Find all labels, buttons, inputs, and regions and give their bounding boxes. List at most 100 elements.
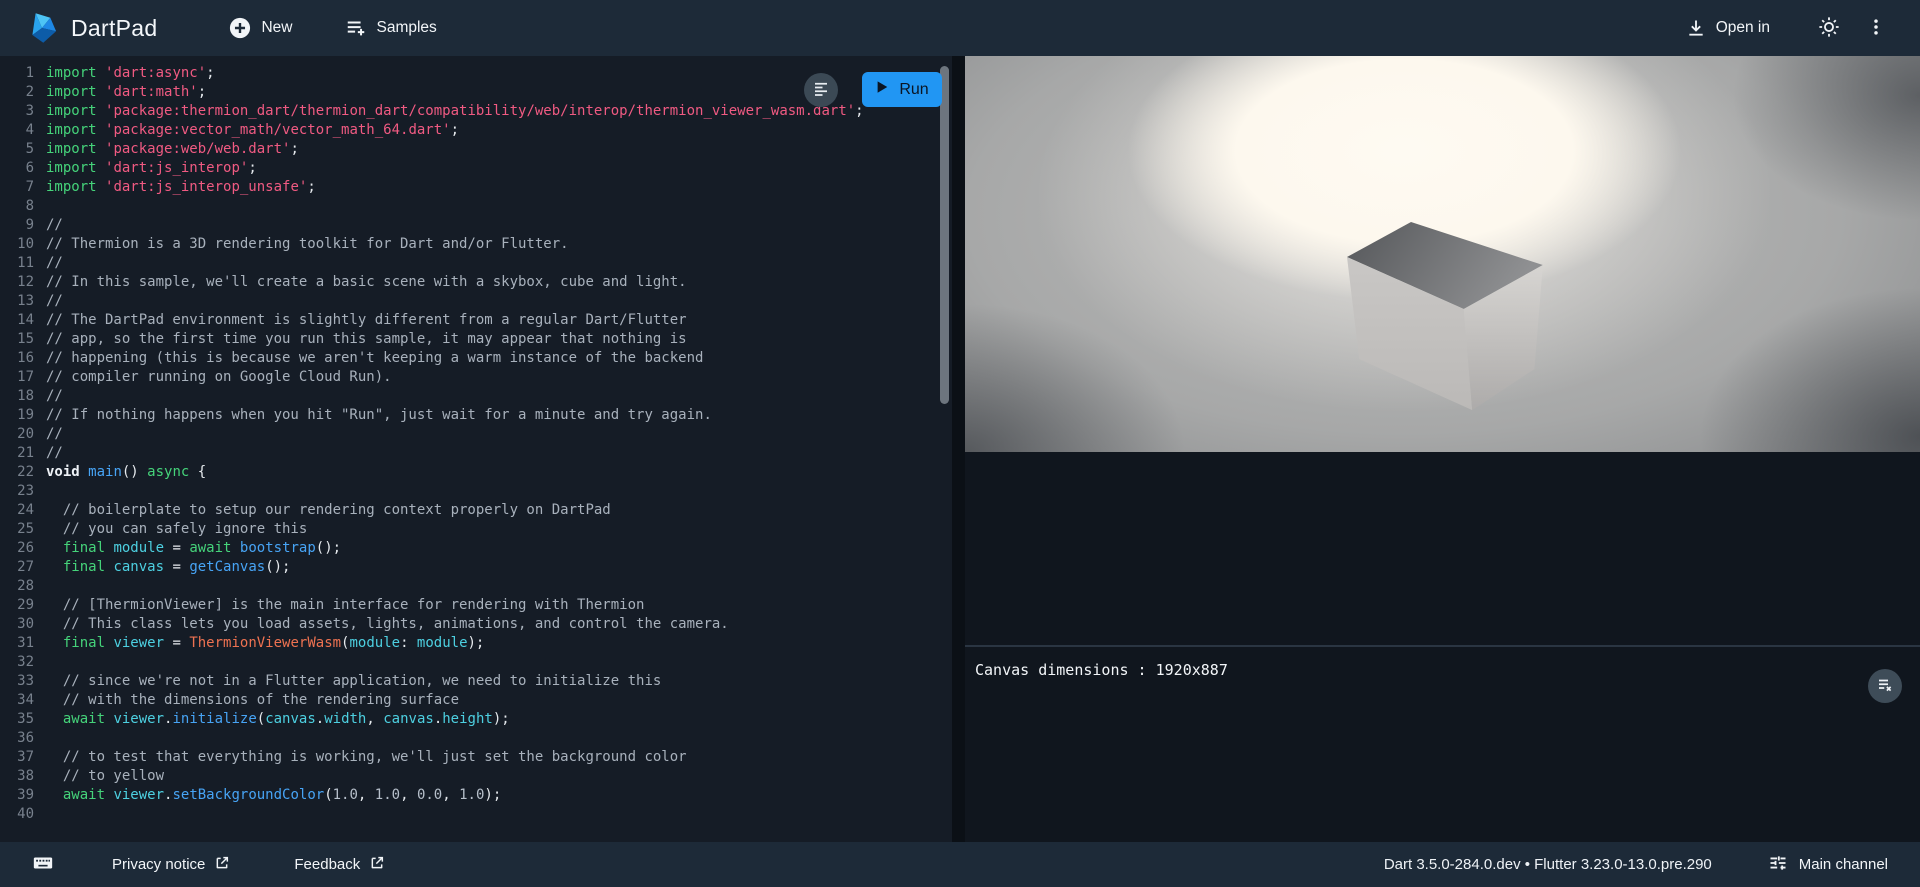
line-number: 15: [0, 330, 34, 349]
code-line[interactable]: 6import 'dart:js_interop';: [0, 159, 952, 178]
code-line[interactable]: 17// compiler running on Google Cloud Ru…: [0, 368, 952, 387]
line-number: 32: [0, 653, 34, 672]
code-line[interactable]: 37 // to test that everything is working…: [0, 748, 952, 767]
open-in-button[interactable]: Open in: [1676, 10, 1780, 46]
line-number: 16: [0, 349, 34, 368]
format-icon: [812, 80, 830, 101]
format-button[interactable]: [804, 73, 838, 107]
code-line[interactable]: 12// In this sample, we'll create a basi…: [0, 273, 952, 292]
privacy-notice-link[interactable]: Privacy notice: [108, 849, 234, 881]
code-line[interactable]: 19// If nothing happens when you hit "Ru…: [0, 406, 952, 425]
code-line[interactable]: 40: [0, 805, 952, 824]
run-label: Run: [899, 81, 928, 99]
theme-toggle-button[interactable]: [1810, 8, 1848, 49]
code-line[interactable]: 14// The DartPad environment is slightly…: [0, 311, 952, 330]
feedback-label: Feedback: [294, 856, 360, 873]
code-line[interactable]: 15// app, so the first time you run this…: [0, 330, 952, 349]
line-number: 37: [0, 748, 34, 767]
code-line[interactable]: 39 await viewer.setBackgroundColor(1.0, …: [0, 786, 952, 805]
code-line[interactable]: 38 // to yellow: [0, 767, 952, 786]
line-number: 28: [0, 577, 34, 596]
overflow-menu-icon: [1866, 17, 1886, 40]
code-line[interactable]: 28: [0, 577, 952, 596]
line-number: 7: [0, 178, 34, 197]
playlist-add-icon: [345, 17, 367, 39]
line-number: 30: [0, 615, 34, 634]
line-number: 24: [0, 501, 34, 520]
editor-scrollbar[interactable]: [940, 66, 949, 404]
code-line[interactable]: 7import 'dart:js_interop_unsafe';: [0, 178, 952, 197]
line-number: 2: [0, 83, 34, 102]
code-line[interactable]: 29 // [ThermionViewer] is the main inter…: [0, 596, 952, 615]
samples-button[interactable]: Samples: [335, 9, 447, 47]
code-line[interactable]: 36: [0, 729, 952, 748]
external-link-icon: [214, 855, 230, 875]
code-line[interactable]: 34 // with the dimensions of the renderi…: [0, 691, 952, 710]
new-button[interactable]: New: [219, 9, 302, 47]
version-info: Dart 3.5.0-284.0.dev • Flutter 3.23.0-13…: [1384, 856, 1712, 873]
overflow-menu-button[interactable]: [1858, 9, 1894, 48]
line-number: 35: [0, 710, 34, 729]
line-number: 26: [0, 539, 34, 558]
dartpad-app: DartPad New Samples Open in: [0, 0, 1920, 887]
code-line[interactable]: 35 await viewer.initialize(canvas.width,…: [0, 710, 952, 729]
code-line[interactable]: 9//: [0, 216, 952, 235]
samples-label: Samples: [377, 19, 437, 37]
line-number: 39: [0, 786, 34, 805]
line-number: 3: [0, 102, 34, 121]
line-number: 4: [0, 121, 34, 140]
code-line[interactable]: 5import 'package:web/web.dart';: [0, 140, 952, 159]
code-line[interactable]: 27 final canvas = getCanvas();: [0, 558, 952, 577]
clear-console-button[interactable]: [1868, 669, 1902, 703]
code-editor-pane[interactable]: 1import 'dart:async';2import 'dart:math'…: [0, 56, 952, 842]
code-line[interactable]: 20//: [0, 425, 952, 444]
code-line[interactable]: 11//: [0, 254, 952, 273]
code-line[interactable]: 4import 'package:vector_math/vector_math…: [0, 121, 952, 140]
privacy-notice-label: Privacy notice: [112, 856, 205, 873]
line-number: 6: [0, 159, 34, 178]
code-line[interactable]: 22void main() async {: [0, 463, 952, 482]
code-line[interactable]: 31 final viewer = ThermionViewerWasm(mod…: [0, 634, 952, 653]
code-line[interactable]: 33 // since we're not in a Flutter appli…: [0, 672, 952, 691]
code-line[interactable]: 8: [0, 197, 952, 216]
console-panel: Canvas dimensions : 1920x887: [965, 645, 1920, 842]
line-number: 13: [0, 292, 34, 311]
code-line[interactable]: 18//: [0, 387, 952, 406]
line-number: 17: [0, 368, 34, 387]
output-pane: Canvas dimensions : 1920x887: [965, 56, 1920, 842]
code-line[interactable]: 26 final module = await bootstrap();: [0, 539, 952, 558]
code-line[interactable]: 3import 'package:thermion_dart/thermion_…: [0, 102, 952, 121]
open-in-label: Open in: [1716, 19, 1770, 37]
line-number: 10: [0, 235, 34, 254]
line-number: 11: [0, 254, 34, 273]
code-line[interactable]: 10// Thermion is a 3D rendering toolkit …: [0, 235, 952, 254]
line-number: 33: [0, 672, 34, 691]
code-area[interactable]: 1import 'dart:async';2import 'dart:math'…: [0, 56, 952, 842]
line-number: 5: [0, 140, 34, 159]
line-number: 14: [0, 311, 34, 330]
header: DartPad New Samples Open in: [0, 0, 1920, 56]
play-icon: [875, 80, 889, 99]
code-line[interactable]: 30 // This class lets you load assets, l…: [0, 615, 952, 634]
dartpad-logo-icon: [26, 11, 58, 45]
code-line[interactable]: 23: [0, 482, 952, 501]
code-line[interactable]: 24 // boilerplate to setup our rendering…: [0, 501, 952, 520]
line-number: 20: [0, 425, 34, 444]
feedback-link[interactable]: Feedback: [290, 849, 389, 881]
line-number: 29: [0, 596, 34, 615]
code-line[interactable]: 16// happening (this is because we aren'…: [0, 349, 952, 368]
code-line[interactable]: 21//: [0, 444, 952, 463]
line-number: 21: [0, 444, 34, 463]
new-label: New: [261, 19, 292, 37]
render-viewport[interactable]: [965, 56, 1920, 452]
line-number: 40: [0, 805, 34, 824]
code-line[interactable]: 13//: [0, 292, 952, 311]
line-number: 8: [0, 197, 34, 216]
channel-selector-button[interactable]: Main channel: [1764, 847, 1892, 883]
code-line[interactable]: 25 // you can safely ignore this: [0, 520, 952, 539]
rendered-cube: [1347, 222, 1548, 410]
run-button[interactable]: Run: [862, 72, 942, 107]
line-number: 31: [0, 634, 34, 653]
keyboard-shortcuts-button[interactable]: [28, 846, 58, 884]
code-line[interactable]: 32: [0, 653, 952, 672]
